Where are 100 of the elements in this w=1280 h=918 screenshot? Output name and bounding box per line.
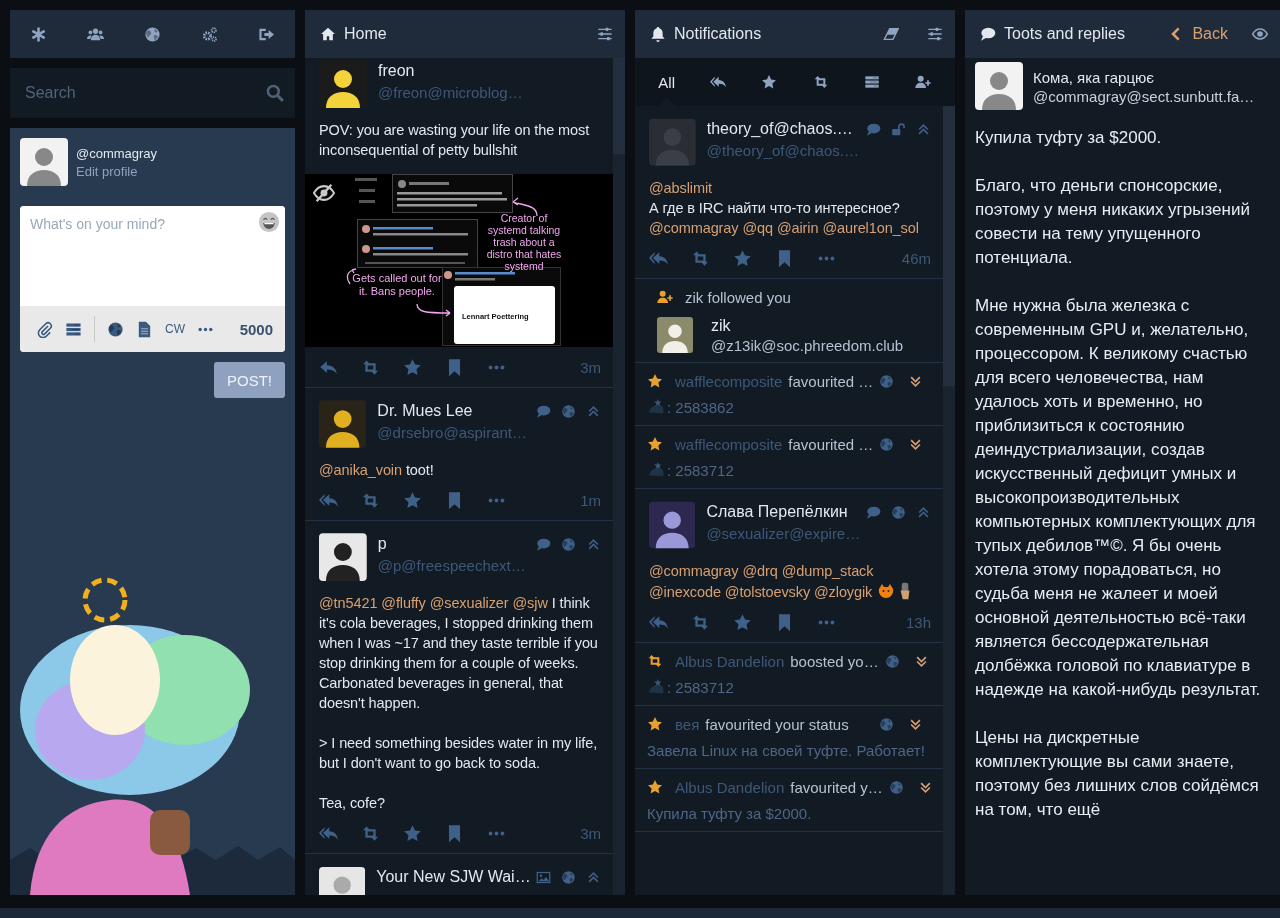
author-name[interactable]: p	[377, 535, 525, 553]
compose-box[interactable]: What's on your mind? CW 5000	[20, 206, 285, 352]
emoji-icon[interactable]	[258, 211, 280, 233]
settings-icon[interactable]	[201, 25, 218, 43]
sliders-icon[interactable]	[927, 26, 943, 42]
author-name[interactable]: Dr. Mues Lee	[377, 402, 525, 420]
star-icon	[647, 373, 663, 389]
user-handle[interactable]: @commagray	[76, 145, 158, 161]
repeat-icon	[647, 653, 663, 669]
cw-button[interactable]: CW	[165, 322, 185, 336]
chevrons-up-icon[interactable]	[916, 505, 931, 520]
author-name[interactable]: Слава Перепёлкин	[706, 503, 855, 521]
status-preview: Завела Linux на своей туфте. Работает!	[647, 741, 925, 759]
image-icon[interactable]	[536, 870, 551, 885]
eraser-icon[interactable]	[883, 26, 899, 42]
list-icon	[863, 74, 880, 90]
home-icon	[320, 26, 336, 42]
avatar[interactable]	[319, 60, 367, 108]
sliders-icon[interactable]	[597, 26, 613, 42]
avatar[interactable]	[657, 316, 693, 353]
status-preview: : 2583862	[667, 398, 734, 416]
mention-link[interactable]: @tn5421	[319, 595, 378, 611]
padlock-icon[interactable]	[891, 122, 906, 137]
annotation-text: Creator of systemd talking trash about a distro that hates systemd	[485, 212, 563, 272]
column-title: Notifications	[674, 25, 762, 43]
speech-bubble-icon	[980, 26, 996, 42]
search-field[interactable]: Search	[10, 68, 295, 118]
repeat-icon[interactable]	[361, 823, 380, 843]
post-text: Купила туфту за $2000.	[975, 127, 1163, 149]
eye-icon[interactable]	[1252, 26, 1268, 42]
scrollbar[interactable]	[943, 106, 955, 386]
column-title: Home	[344, 25, 387, 43]
mention-link[interactable]: @airin	[776, 220, 819, 236]
user-plus-icon	[657, 289, 673, 305]
reply-all-icon	[710, 74, 726, 90]
avatar[interactable]	[319, 400, 367, 448]
post-text: Благо, что деньги спонсорские, поэтому у меня никаких угрызений совести на тему упущенного потенциала.	[975, 175, 1251, 269]
post-text: > I need something besides water in my life, but I don't want to go back to soda.	[319, 734, 599, 773]
author-handle[interactable]: @z13ik@soc.phreedom.club	[711, 337, 904, 354]
arrow	[416, 303, 451, 317]
mention-link[interactable]: @fluffy	[381, 595, 426, 611]
repeat-icon[interactable]	[361, 357, 380, 377]
status-preview: : 2583712	[667, 461, 734, 479]
chevrons-up-icon[interactable]	[586, 537, 601, 552]
mention-link[interactable]: @qq	[742, 220, 773, 236]
speech-bubble-icon[interactable]	[866, 122, 881, 137]
list-icon[interactable]	[65, 320, 82, 338]
status-preview: Купила туфту за $2000.	[647, 804, 812, 822]
post-text: POV: you are wasting your life on the most inconsequential of petty bullshit	[319, 121, 591, 160]
star-icon[interactable]	[733, 612, 752, 632]
mention-link[interactable]: @commagray	[649, 220, 739, 236]
speech-bubble-icon[interactable]	[536, 537, 551, 552]
bell-icon	[650, 26, 666, 42]
post-text: Tea, cofe?	[319, 794, 386, 813]
mention-link[interactable]: @inexcode	[649, 584, 721, 600]
avatar[interactable]	[649, 501, 696, 549]
mention-link[interactable]: @abslimit	[649, 180, 712, 196]
mention-link[interactable]: @tolstoevsky	[724, 584, 811, 600]
search-input[interactable]: Search	[25, 84, 259, 102]
author-name[interactable]: freon	[378, 62, 523, 80]
globe-icon[interactable]	[107, 320, 124, 338]
eye-slash-icon[interactable]	[313, 182, 335, 204]
edit-profile-link[interactable]: Edit profile	[76, 163, 158, 179]
notification-text: favourited …	[788, 372, 874, 390]
back-button[interactable]: Back	[1168, 25, 1228, 43]
author-handle[interactable]: @commagray@sect.sunbutt.fa…	[1033, 88, 1255, 105]
chevrons-up-icon[interactable]	[916, 122, 931, 137]
star-icon[interactable]	[403, 490, 422, 510]
mention-link[interactable]: @drq	[742, 563, 778, 579]
mention-link[interactable]: @sexualizer	[429, 595, 509, 611]
mention-link[interactable]: @anika_voin	[319, 462, 402, 478]
author-name[interactable]: Кома, яка гарцює	[1033, 69, 1255, 86]
globe-icon[interactable]	[144, 25, 161, 43]
star-icon[interactable]	[733, 248, 752, 268]
speech-bubble-icon[interactable]	[866, 505, 881, 520]
author-name[interactable]: zik	[711, 317, 904, 335]
chevrons-up-icon[interactable]	[586, 870, 601, 885]
search-icon[interactable]	[265, 83, 285, 103]
chevrons-up-icon[interactable]	[586, 404, 601, 419]
star-icon[interactable]	[403, 823, 422, 843]
scrollbar[interactable]	[613, 58, 625, 154]
mention-link[interactable]: @zloygik	[814, 584, 873, 600]
avatar[interactable]	[319, 533, 367, 581]
author-name[interactable]: theory_of@chaos.…	[706, 120, 855, 138]
mention-link[interactable]: @aurel1on_sol	[822, 220, 919, 236]
post-text: @abslimit А где в IRC найти что-то интересное? @commagray @qq @airin @aurel1on_sol	[649, 179, 920, 238]
repeat-icon[interactable]	[691, 248, 710, 268]
mention-link[interactable]: @sjw	[512, 595, 548, 611]
speech-bubble-icon[interactable]	[536, 404, 551, 419]
notification-text: favourited your status	[705, 715, 849, 733]
mention-link[interactable]: @dump_stack	[781, 563, 874, 579]
repeat-icon[interactable]	[361, 490, 380, 510]
emoji-icon	[900, 582, 911, 600]
repeat-icon[interactable]	[691, 612, 710, 632]
document-icon[interactable]	[136, 320, 153, 338]
mention-link[interactable]: @commagray	[649, 563, 739, 579]
status-preview: : 2583712	[667, 678, 734, 696]
asterisk-icon[interactable]	[30, 25, 47, 43]
star-icon[interactable]	[403, 357, 422, 377]
paperclip-icon[interactable]	[36, 320, 53, 338]
